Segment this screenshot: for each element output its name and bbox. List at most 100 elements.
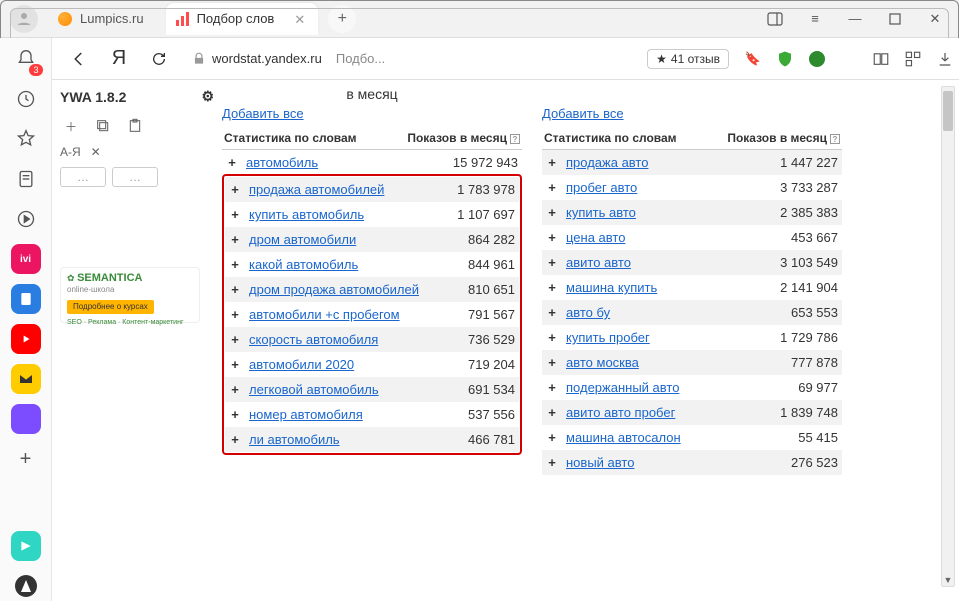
app-youtube[interactable] [11,324,41,354]
add-keyword-button[interactable]: + [542,400,562,425]
minimize-button[interactable]: — [835,3,875,35]
help-icon[interactable]: ? [830,134,840,144]
add-app-button[interactable]: + [11,444,41,474]
add-keyword-button[interactable]: + [225,177,245,202]
add-keyword-button[interactable]: + [542,325,562,350]
keyword-link[interactable]: авто бу [566,305,610,320]
add-all-link[interactable]: Добавить все [222,106,522,121]
keyword-link[interactable]: дром продажа автомобилей [249,282,419,297]
keyword-link[interactable]: скорость автомобиля [249,332,378,347]
keyword-link[interactable]: автомобили +с пробегом [249,307,400,322]
ad-semantica[interactable]: ✿ SEMANTICA online-школа Подробнее о кур… [60,267,200,323]
menu-icon[interactable]: ≡ [795,3,835,35]
profile-avatar[interactable] [10,5,38,33]
keyword-link[interactable]: новый авто [566,455,634,470]
downloads-icon[interactable] [935,49,955,69]
ext-green-icon[interactable] [807,49,827,69]
keyword-link[interactable]: номер автомобиля [249,407,363,422]
sort-alpha[interactable]: А-Я [60,145,81,159]
add-keyword-button[interactable]: + [225,202,245,227]
keyword-link[interactable]: машина автосалон [566,430,681,445]
collections-icon[interactable] [11,164,41,194]
notifications-icon[interactable]: 3 [11,44,41,74]
url-box[interactable]: wordstat.yandex.ru Подбо... [182,44,395,74]
back-button[interactable] [62,42,96,76]
add-keyword-button[interactable]: + [542,175,562,200]
clear-icon[interactable]: ✕ [91,145,101,159]
add-keyword-button[interactable]: + [542,425,562,450]
add-keyword-button[interactable]: + [542,450,562,475]
add-keyword-button[interactable]: + [542,150,562,175]
add-keyword-button[interactable]: + [542,300,562,325]
scrollbar[interactable]: ▲ ▼ [941,86,955,587]
keyword-link[interactable]: купить авто [566,205,636,220]
keyword-link[interactable]: авто москва [566,355,639,370]
keyword-link[interactable]: авито авто пробег [566,405,675,420]
tab-wordstat[interactable]: Подбор слов ✕ [166,3,319,35]
reload-button[interactable] [142,42,176,76]
app-teal[interactable] [11,531,41,561]
keyword-link[interactable]: легковой автомобиль [249,382,379,397]
alice-icon[interactable] [11,571,41,601]
keyword-link[interactable]: автомобиль [246,155,318,170]
add-keyword-button[interactable]: + [542,350,562,375]
close-icon[interactable]: ✕ [294,12,308,26]
keyword-link[interactable]: купить автомобиль [249,207,364,222]
play-icon[interactable] [11,204,41,234]
app-purple[interactable] [11,404,41,434]
close-button[interactable]: ✕ [915,3,955,35]
add-keyword-button[interactable]: + [225,302,245,327]
keyword-link[interactable]: дром автомобили [249,232,356,247]
scroll-down-icon[interactable]: ▼ [942,573,954,587]
add-keyword-button[interactable]: + [222,150,242,175]
add-keyword-button[interactable]: + [225,427,245,452]
extensions-icon[interactable] [903,49,923,69]
help-icon[interactable]: ? [510,134,520,144]
keyword-link[interactable]: купить пробег [566,330,650,345]
add-keyword-button[interactable]: + [225,252,245,277]
scroll-thumb[interactable] [943,91,953,131]
keyword-link[interactable]: ли автомобиль [249,432,340,447]
keyword-link[interactable]: продажа авто [566,155,648,170]
gear-icon[interactable]: ⚙ [201,88,214,105]
more-1[interactable]: … [60,167,106,187]
reader-icon[interactable] [871,49,891,69]
bookmark-icon[interactable]: 🔖 [743,49,763,69]
add-keyword-button[interactable]: + [542,250,562,275]
ad-button[interactable]: Подробнее о курсах [67,300,154,314]
add-keyword-button[interactable]: + [542,275,562,300]
maximize-button[interactable] [875,3,915,35]
more-2[interactable]: … [112,167,158,187]
add-keyword-button[interactable]: + [542,225,562,250]
add-keyword-button[interactable]: + [225,327,245,352]
add-all-link[interactable]: Добавить все [542,106,842,121]
paste-icon[interactable] [124,115,146,137]
add-keyword-button[interactable]: + [225,227,245,252]
tab-lumpics[interactable]: Lumpics.ru [48,3,158,35]
reviews-badge[interactable]: ★ 41 отзыв [647,49,729,69]
app-docs[interactable] [11,284,41,314]
add-keyword-button[interactable]: + [225,277,245,302]
keyword-link[interactable]: продажа автомобилей [249,182,384,197]
keyword-link[interactable]: авито авто [566,255,631,270]
keyword-link[interactable]: машина купить [566,280,657,295]
favorites-icon[interactable] [11,124,41,154]
keyword-link[interactable]: какой автомобиль [249,257,358,272]
add-keyword-button[interactable]: + [225,352,245,377]
add-keyword-button[interactable]: + [225,402,245,427]
add-keyword-button[interactable]: + [225,377,245,402]
add-keyword-button[interactable]: + [542,375,562,400]
app-mail[interactable] [11,364,41,394]
keyword-link[interactable]: подержанный авто [566,380,679,395]
copy-icon[interactable] [92,115,114,137]
new-tab-button[interactable]: + [328,5,356,33]
shield-icon[interactable] [775,49,795,69]
add-icon[interactable]: ＋ [60,115,82,137]
keyword-link[interactable]: цена авто [566,230,625,245]
app-ivi[interactable]: ivi [11,244,41,274]
download-icon[interactable] [839,49,859,69]
keyword-link[interactable]: пробег авто [566,180,637,195]
add-keyword-button[interactable]: + [542,200,562,225]
keyword-link[interactable]: автомобили 2020 [249,357,354,372]
history-icon[interactable] [11,84,41,114]
